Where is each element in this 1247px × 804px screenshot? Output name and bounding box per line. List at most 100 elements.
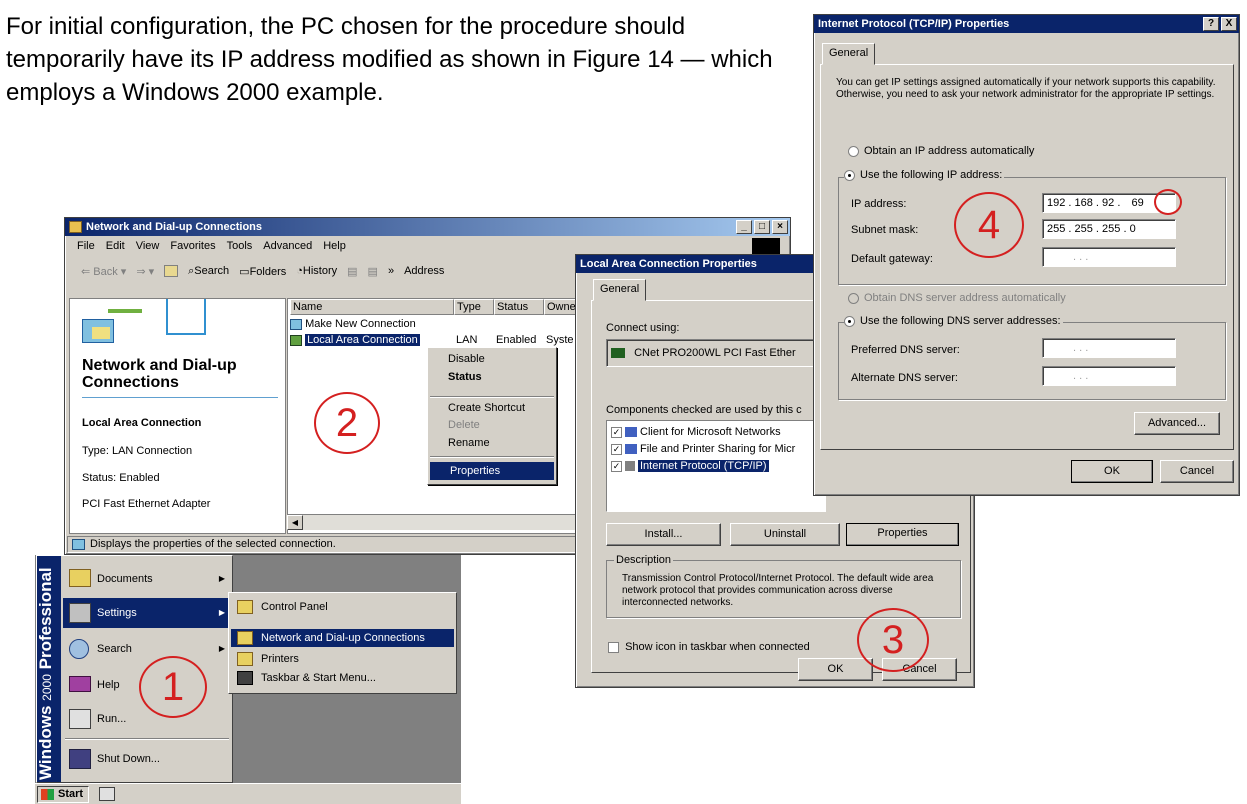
alternate-dns-field[interactable]: . . . — [1042, 366, 1176, 386]
obtain-ip-radio[interactable] — [848, 145, 859, 157]
list-item[interactable]: Local Area Connection LAN Enabled Syste — [290, 333, 610, 348]
lac-tab-general[interactable]: General — [593, 279, 647, 301]
ndc-titlebar[interactable]: Network and Dial-up Connections _ □ × — [65, 218, 790, 236]
preferred-dns-field[interactable]: . . . — [1042, 338, 1176, 358]
help-button[interactable]: ? — [1203, 17, 1219, 31]
menu-rename[interactable]: Rename — [428, 435, 556, 451]
use-dns-radio[interactable] — [844, 315, 855, 327]
menu-disable[interactable]: Disable — [428, 351, 556, 367]
menu-status[interactable]: Status — [428, 369, 556, 385]
menu-create-shortcut[interactable]: Create Shortcut — [428, 400, 556, 416]
menu-properties[interactable]: Properties — [430, 462, 554, 480]
component-checkbox[interactable]: ✓ — [611, 426, 622, 438]
description-label: Description — [614, 554, 674, 566]
menu-view[interactable]: View — [136, 240, 160, 256]
menu-advanced[interactable]: Advanced — [263, 240, 312, 256]
submenu-taskbar[interactable]: Taskbar & Start Menu... — [231, 669, 454, 687]
start-item-run[interactable]: Run... — [63, 704, 231, 734]
copy-to-icon[interactable]: ▤ — [368, 265, 378, 278]
tcpip-titlebar[interactable]: Internet Protocol (TCP/IP) Properties ? … — [814, 15, 1239, 33]
menu-file[interactable]: File — [71, 240, 95, 256]
network-connections-icon — [237, 631, 253, 645]
component-checkbox[interactable]: ✓ — [611, 460, 622, 472]
menu-edit[interactable]: Edit — [106, 240, 125, 256]
list-item[interactable]: Make New Connection — [290, 317, 416, 332]
show-icon-option[interactable]: Show icon in taskbar when connected — [608, 641, 810, 653]
banner-windows: Windows — [36, 705, 55, 780]
submenu-arrow-icon: ▶ — [218, 644, 225, 653]
component-checkbox[interactable]: ✓ — [611, 443, 622, 455]
minimize-button[interactable]: _ — [736, 220, 752, 234]
client-icon — [625, 427, 637, 438]
submenu-network-connections[interactable]: Network and Dial-up Connections — [231, 629, 454, 647]
forward-button[interactable]: ⇒ ▾ — [136, 265, 154, 278]
column-name[interactable]: Name — [290, 299, 454, 315]
start-item-documents[interactable]: Documents ▶ — [63, 564, 231, 594]
more-chevron-icon[interactable]: » — [388, 265, 394, 277]
sharing-icon — [625, 444, 637, 455]
advanced-button[interactable]: Advanced... — [1134, 412, 1220, 435]
callout-3: 3 — [857, 608, 929, 672]
obtain-dns-radio[interactable] — [848, 292, 859, 304]
selected-connection[interactable]: Local Area Connection — [305, 334, 420, 346]
maximize-button[interactable]: □ — [754, 220, 770, 234]
uninstall-button[interactable]: Uninstall — [730, 523, 840, 546]
use-ip-option[interactable]: Use the following IP address: — [844, 169, 1005, 181]
submenu-printers[interactable]: Printers — [231, 650, 454, 668]
ndc-title: Network and Dial-up Connections — [86, 221, 263, 233]
make-connection-icon — [290, 318, 302, 330]
close-button[interactable]: X — [1221, 17, 1237, 31]
search-button[interactable]: ⌕Search — [188, 265, 229, 278]
banner-edition: Professional — [36, 567, 55, 670]
component-tcpip[interactable]: ✓ Internet Protocol (TCP/IP) — [611, 460, 769, 472]
start-menu-banner: Windows 2000 Professional — [36, 556, 61, 782]
shutdown-icon — [69, 749, 91, 769]
tcpip-cancel-button[interactable]: Cancel — [1160, 460, 1234, 483]
properties-button[interactable]: Properties — [846, 523, 959, 546]
tcpip-title: Internet Protocol (TCP/IP) Properties — [818, 18, 1010, 30]
callout-2: 2 — [314, 392, 380, 454]
start-item-search[interactable]: Search ▶ — [63, 634, 231, 664]
search-icon — [69, 639, 89, 659]
up-folder-icon[interactable] — [164, 265, 179, 277]
use-ip-radio[interactable] — [844, 169, 855, 181]
install-button[interactable]: Install... — [606, 523, 721, 546]
gateway-field[interactable]: . . . — [1042, 247, 1176, 267]
show-icon-checkbox[interactable] — [608, 641, 619, 653]
ndc-toolbar: ⇐ Back ▾ ⇒ ▾ ⌕Search ▭Folders ◔History ▤… — [71, 260, 444, 282]
column-status[interactable]: Status — [494, 299, 544, 315]
tcpip-ok-button[interactable]: OK — [1071, 460, 1153, 483]
network-connections-icon — [82, 305, 142, 345]
menu-tools[interactable]: Tools — [227, 240, 253, 256]
use-dns-option[interactable]: Use the following DNS server addresses: — [844, 315, 1063, 327]
start-item-settings[interactable]: Settings ▶ — [63, 598, 231, 628]
submenu-control-panel[interactable]: Control Panel — [231, 598, 454, 616]
adapter-field[interactable]: CNet PRO200WL PCI Fast Ether — [606, 339, 826, 367]
obtain-ip-option[interactable]: Obtain an IP address automatically — [848, 145, 1034, 157]
menu-favorites[interactable]: Favorites — [170, 240, 215, 256]
subnet-mask-field[interactable]: 255 . 255 . 255 . 0 — [1042, 219, 1176, 239]
quick-launch-desktop-icon[interactable] — [99, 787, 115, 801]
move-to-icon[interactable]: ▤ — [347, 265, 357, 278]
documents-icon — [69, 569, 91, 587]
start-button[interactable]: Start — [37, 786, 89, 803]
components-label: Components checked are used by this c — [606, 404, 802, 416]
folders-icon: ▭ — [239, 265, 250, 278]
tcpip-tab-general[interactable]: General — [822, 43, 876, 65]
component-client[interactable]: ✓ Client for Microsoft Networks — [611, 426, 781, 438]
history-button[interactable]: ◔History — [296, 265, 337, 277]
menu-help[interactable]: Help — [323, 240, 346, 256]
column-type[interactable]: Type — [454, 299, 494, 315]
taskbar: Start — [35, 783, 461, 804]
lac-ok-button[interactable]: OK — [798, 658, 873, 681]
folders-button[interactable]: ▭Folders — [239, 265, 286, 278]
obtain-dns-option[interactable]: Obtain DNS server address automatically — [848, 292, 1066, 304]
start-item-shutdown[interactable]: Shut Down... — [63, 744, 231, 774]
scroll-left-icon[interactable]: ◀ — [287, 515, 303, 530]
back-button[interactable]: ⇐ Back ▾ — [71, 265, 126, 278]
tcpip-intro: You can get IP settings assigned automat… — [836, 77, 1216, 100]
components-list[interactable]: ✓ Client for Microsoft Networks ✓ File and… — [606, 420, 826, 512]
component-file-sharing[interactable]: ✓ File and Printer Sharing for Micr — [611, 443, 795, 455]
banner-version: 2000 — [40, 674, 54, 701]
close-button[interactable]: × — [772, 220, 788, 234]
